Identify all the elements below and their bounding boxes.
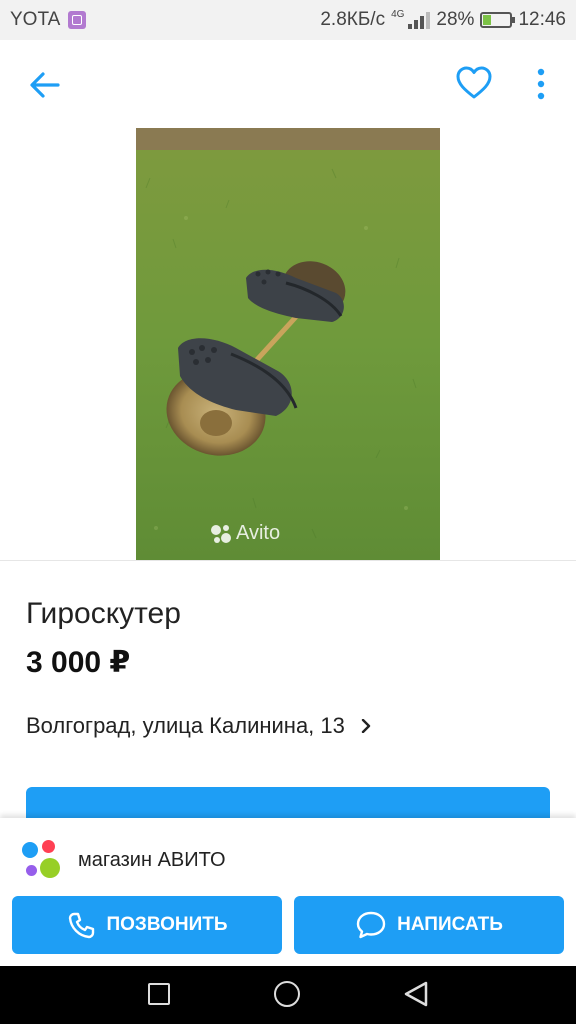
call-button-label: ПОЗВОНИТЬ xyxy=(106,914,228,935)
listing-price: 3 000 ₽ xyxy=(26,646,131,679)
gallery-notification-icon xyxy=(68,11,87,29)
signal-icon xyxy=(408,11,431,29)
avito-logo-icon xyxy=(211,524,231,543)
recent-apps-icon[interactable] xyxy=(148,983,170,1005)
listing-details: Гироскутер 3 000 ₽ Волгоград, улица Кали… xyxy=(0,560,576,827)
listing-photo[interactable] xyxy=(136,128,440,560)
seller-panel: магазин АВИТО ПОЗВОНИТЬ НАПИСАТЬ xyxy=(0,818,576,966)
network-type: 4G xyxy=(391,8,405,20)
call-button[interactable]: ПОЗВОНИТЬ xyxy=(12,896,282,954)
battery-icon xyxy=(480,12,516,28)
chevron-right-icon xyxy=(361,719,371,733)
nav-back-icon[interactable] xyxy=(402,980,430,1008)
more-vertical-icon[interactable] xyxy=(528,66,554,102)
status-bar: YOTA 2.8КБ/с 4G 28% 12:46 xyxy=(0,0,576,40)
phone-icon xyxy=(69,912,95,939)
avito-logo-icon xyxy=(22,840,62,880)
carrier-name: YOTA xyxy=(10,9,61,30)
listing-address[interactable]: Волгоград, улица Калинина, 13 xyxy=(26,713,373,739)
message-button[interactable]: НАПИСАТЬ xyxy=(294,896,564,954)
clock: 12:46 xyxy=(518,9,566,30)
arrow-left-icon[interactable] xyxy=(28,68,62,102)
heart-icon[interactable] xyxy=(455,64,493,102)
network-speed: 2.8КБ/с xyxy=(320,9,386,30)
seller-name: магазин АВИТО xyxy=(78,848,226,871)
watermark-text: Avito xyxy=(236,522,281,544)
avito-watermark: Avito xyxy=(210,522,280,545)
photo-gallery[interactable]: Avito xyxy=(0,128,576,560)
battery-percent: 28% xyxy=(436,9,475,30)
app-bar xyxy=(0,40,576,128)
listing-title: Гироскутер xyxy=(26,597,181,630)
system-nav-bar xyxy=(0,966,576,1024)
home-icon[interactable] xyxy=(274,981,300,1007)
address-text: Волгоград, улица Калинина, 13 xyxy=(26,713,345,738)
message-button-label: НАПИСАТЬ xyxy=(397,914,503,935)
chat-bubble-icon xyxy=(356,911,386,939)
seller-info[interactable]: магазин АВИТО xyxy=(22,840,226,880)
